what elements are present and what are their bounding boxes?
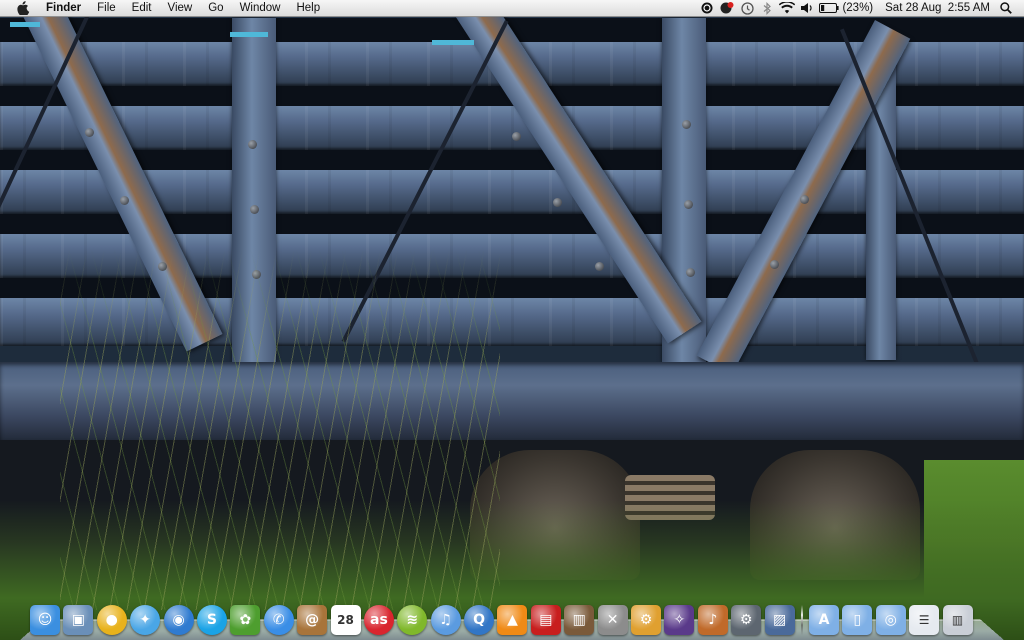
itunes-glyph: ♫ xyxy=(439,612,452,628)
dashboard-glyph: ✧ xyxy=(673,612,686,628)
menu-edit[interactable]: Edit xyxy=(124,0,160,17)
skype-icon[interactable]: S xyxy=(196,605,227,635)
dock-stacks: A ▯ ◎ ☰ ▥ xyxy=(808,605,976,635)
address-book-glyph: @ xyxy=(305,612,320,628)
iphoto-icon[interactable]: ▥ xyxy=(564,605,595,635)
skype-glyph: S xyxy=(206,612,217,628)
preview-glyph: ▣ xyxy=(71,612,85,628)
lastfm-glyph: as xyxy=(370,612,388,628)
time-machine-icon[interactable] xyxy=(737,0,757,17)
chrome-glyph: ● xyxy=(105,612,118,628)
calendar-icon[interactable]: 28 xyxy=(330,605,361,635)
safari-glyph: ✦ xyxy=(139,612,152,628)
messages-icon[interactable]: ✆ xyxy=(263,605,294,635)
safari-icon[interactable]: ✦ xyxy=(130,605,161,635)
menu-view[interactable]: View xyxy=(160,0,201,17)
dock-apps: ☺ ▣ ● ✦ ◉ S ✿ ✆ @28 as ≋ ♫ Q ▲ ▤ ▥ ✕ ⚙ ✧ ♪ ⚙ ▨ xyxy=(30,605,798,635)
messages-glyph: ✆ xyxy=(272,612,285,628)
xcode-tools-glyph: ✕ xyxy=(606,612,619,628)
battery-icon[interactable] xyxy=(817,0,841,17)
guitar-glyph: ♪ xyxy=(708,612,718,628)
quicktime-icon[interactable]: Q xyxy=(464,605,495,635)
menu-help[interactable]: Help xyxy=(288,0,328,17)
utility-gear-glyph: ⚙ xyxy=(739,612,753,628)
trash-glyph: ▥ xyxy=(951,613,964,627)
finder-icon[interactable]: ☺ xyxy=(30,605,60,635)
menu-file[interactable]: File xyxy=(89,0,124,17)
applications-folder-icon[interactable]: A xyxy=(808,605,839,635)
utility-gear-icon[interactable]: ⚙ xyxy=(731,605,762,635)
volume-icon[interactable] xyxy=(797,0,817,17)
contacts-photo-glyph: ▨ xyxy=(772,612,787,628)
documents-folder-icon[interactable]: ▯ xyxy=(842,605,873,635)
desktop-wallpaper xyxy=(0,0,1024,640)
browser-globe-glyph: ◉ xyxy=(172,612,185,628)
dock: ☺ ▣ ● ✦ ◉ S ✿ ✆ @28 as ≋ ♫ Q ▲ ▤ ▥ ✕ ⚙ ✧ ♪ ⚙ ▨ A ▯ ◎ ☰ ▥ xyxy=(30,595,994,635)
preview-icon[interactable]: ▣ xyxy=(63,605,94,635)
documents-folder-glyph: ▯ xyxy=(853,612,862,628)
document-stack-glyph: ☰ xyxy=(918,613,930,627)
menu-bar: Finder File Edit View Go Window Help (23… xyxy=(0,0,1024,17)
itunes-icon[interactable]: ♫ xyxy=(430,605,461,635)
spotlight-icon[interactable] xyxy=(996,0,1016,17)
quicktime-glyph: Q xyxy=(473,612,486,628)
system-preferences-glyph: ⚙ xyxy=(639,612,653,628)
iphoto-glyph: ▥ xyxy=(572,612,586,628)
vlc-glyph: ▲ xyxy=(507,612,518,628)
apple-icon[interactable] xyxy=(14,1,32,15)
downloads-folder-icon[interactable]: ◎ xyxy=(875,605,906,635)
photo-booth-icon[interactable]: ▤ xyxy=(530,605,561,635)
guitar-icon[interactable]: ♪ xyxy=(697,605,728,635)
calendar-glyph: 28 xyxy=(337,613,354,627)
adium-glyph: ✿ xyxy=(239,612,252,628)
system-preferences-icon[interactable]: ⚙ xyxy=(631,605,662,635)
bluetooth-icon[interactable] xyxy=(757,0,777,17)
document-stack-icon[interactable]: ☰ xyxy=(909,605,940,635)
spotify-icon[interactable]: ≋ xyxy=(397,605,428,635)
downloads-folder-glyph: ◎ xyxy=(884,612,897,628)
applications-folder-glyph: A xyxy=(818,612,830,628)
browser-globe-icon[interactable]: ◉ xyxy=(163,605,194,635)
spotify-glyph: ≋ xyxy=(406,612,419,628)
chrome-icon[interactable]: ● xyxy=(96,605,127,635)
alert-badge-icon[interactable] xyxy=(717,0,737,17)
menu-clock[interactable]: Sat 28 Aug 2:55 AM xyxy=(879,0,996,17)
wifi-icon[interactable] xyxy=(777,0,797,17)
adium-icon[interactable]: ✿ xyxy=(230,605,261,635)
dashboard-icon[interactable]: ✧ xyxy=(664,605,695,635)
contacts-photo-icon[interactable]: ▨ xyxy=(764,605,795,635)
xcode-tools-icon[interactable]: ✕ xyxy=(597,605,628,635)
menu-bar-extras: (23%) Sat 28 Aug 2:55 AM xyxy=(697,0,1024,16)
finder-glyph: ☺ xyxy=(37,612,53,628)
app-menu-finder[interactable]: Finder xyxy=(44,0,89,17)
menu-bar-left: Finder File Edit View Go Window Help xyxy=(0,0,328,16)
battery-percentage[interactable]: (23%) xyxy=(841,0,879,17)
dock-separator xyxy=(800,605,803,635)
record-icon[interactable] xyxy=(697,0,717,17)
address-book-icon[interactable]: @ xyxy=(297,605,328,635)
lastfm-icon[interactable]: as xyxy=(363,605,394,635)
photo-booth-glyph: ▤ xyxy=(539,612,553,628)
trash-icon[interactable]: ▥ xyxy=(942,605,973,635)
menu-go[interactable]: Go xyxy=(200,0,231,17)
menu-window[interactable]: Window xyxy=(232,0,289,17)
vlc-icon[interactable]: ▲ xyxy=(497,605,528,635)
